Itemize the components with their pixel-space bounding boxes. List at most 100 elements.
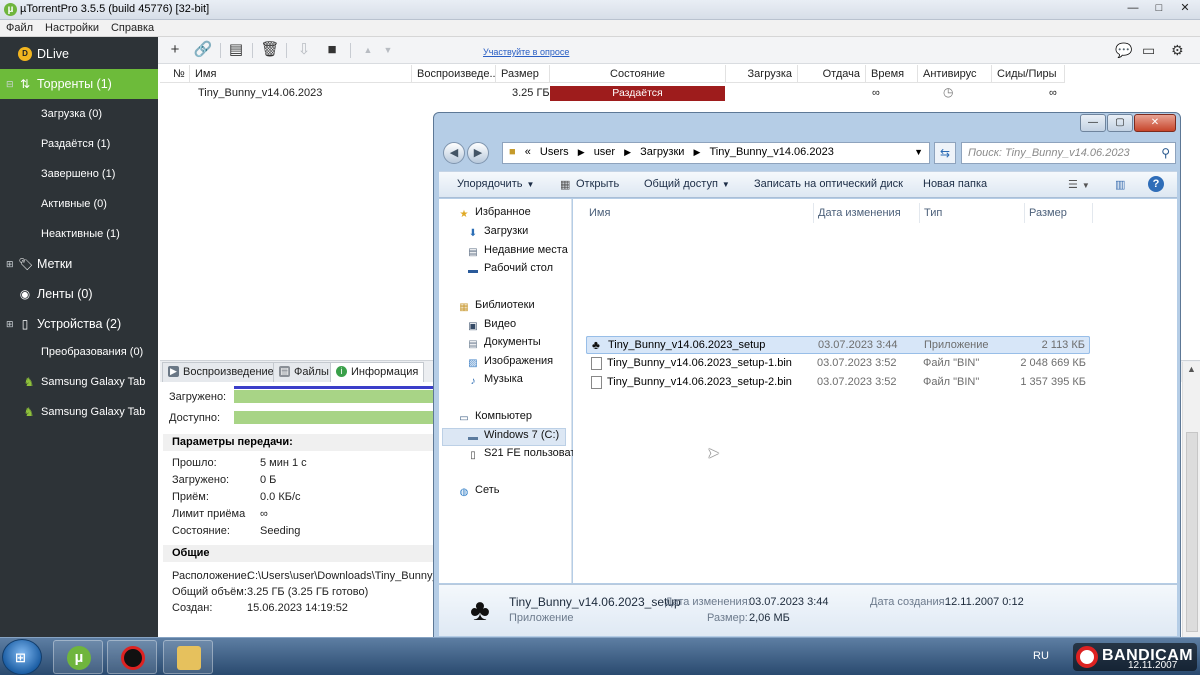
sidebar-item-feeds[interactable]: ◉ Ленты (0) <box>0 279 158 309</box>
taskbar-bandicam[interactable] <box>107 640 157 674</box>
search-icon[interactable]: ⚲ <box>1161 146 1170 160</box>
address-dropdown-icon[interactable]: ▼ <box>914 147 923 157</box>
column-header-size[interactable]: Размер <box>1025 203 1093 223</box>
col-header-upload[interactable]: Отдача <box>798 65 866 83</box>
col-header-time[interactable]: Время <box>866 65 918 83</box>
column-header-type[interactable]: Тип <box>920 203 1025 223</box>
open-with-icon[interactable]: ▦ <box>560 178 570 191</box>
table-row[interactable]: Tiny_Bunny_v14.06.2023 3.25 ГБ Раздаётся… <box>160 84 1065 102</box>
sidebar-item-torrents[interactable]: ⊟ ⇅ Торренты (1) <box>0 69 158 99</box>
menu-help[interactable]: Справка <box>105 20 160 36</box>
tree-libraries[interactable]: ▦ Библиотеки <box>457 299 534 317</box>
refresh-icon[interactable]: ⇆ <box>934 142 956 164</box>
chevron-right-icon[interactable]: ▶ <box>578 147 585 157</box>
sidebar-item-active[interactable]: Активные (0) <box>0 189 158 219</box>
tree-drive-c[interactable]: ▬ Windows 7 (C:) <box>442 428 566 446</box>
survey-link[interactable]: Участвуйте в опросе <box>483 47 569 57</box>
add-link-icon[interactable]: 🔗 <box>193 41 213 59</box>
minimize-button[interactable]: — <box>1120 0 1146 17</box>
scroll-up-icon[interactable]: ▲ <box>1187 364 1196 374</box>
explorer-close-button[interactable]: ✕ <box>1134 114 1176 132</box>
move-up-icon[interactable]: ▲ <box>358 41 378 59</box>
delete-icon[interactable]: 🗑 <box>260 41 280 59</box>
tree-recent-places[interactable]: ▤ Недавние места <box>466 244 568 262</box>
chevron-right-icon[interactable]: ▶ <box>693 147 700 157</box>
col-header-playback[interactable]: Воспроизведе... <box>412 65 496 83</box>
open-button[interactable]: Открыть <box>576 178 619 190</box>
file-row-setup[interactable]: ♣ Tiny_Bunny_v14.06.2023_setup 03.07.202… <box>586 336 1090 354</box>
breadcrumb-current-folder[interactable]: Tiny_Bunny_v14.06.2023 <box>709 146 833 158</box>
tree-video[interactable]: ▣ Видео <box>466 318 516 336</box>
breadcrumb-user[interactable]: user <box>594 146 615 158</box>
sidebar-item-downloading[interactable]: Загрузка (0) <box>0 99 158 129</box>
create-torrent-icon[interactable]: ▤ <box>226 41 246 59</box>
breadcrumb-downloads[interactable]: Загрузки <box>640 146 684 158</box>
address-bar[interactable]: ■ « Users ▶ user ▶ Загрузки ▶ Tiny_Bunny… <box>502 142 930 164</box>
close-button[interactable]: ✕ <box>1172 0 1198 17</box>
collapse-icon[interactable]: ⊟ <box>6 79 14 90</box>
tree-favorites[interactable]: ★ Избранное <box>457 206 531 224</box>
clock-date[interactable]: 12.11.2007 <box>1128 660 1177 671</box>
help-icon[interactable]: ? <box>1148 176 1164 192</box>
tab-info[interactable]: i Информация <box>330 362 425 382</box>
col-header-seeds-peers[interactable]: Сиды/Пиры <box>992 65 1065 83</box>
view-options-icon[interactable]: ☰ ▼ <box>1068 178 1090 191</box>
column-header-date[interactable]: Дата изменения <box>814 203 920 223</box>
share-button[interactable]: Общий доступ ▼ <box>644 178 730 190</box>
add-torrent-icon[interactable]: + <box>165 41 185 59</box>
file-row-bin-1[interactable]: Tiny_Bunny_v14.06.2023_setup-1.bin 03.07… <box>586 355 1090 373</box>
search-input[interactable]: Поиск: Tiny_Bunny_v14.06.2023 ⚲ <box>961 142 1176 164</box>
explorer-minimize-button[interactable]: — <box>1080 114 1106 132</box>
sidebar-item-completed[interactable]: Завершено (1) <box>0 159 158 189</box>
info-scrollbar[interactable]: ▲ <box>1182 362 1200 637</box>
col-header-download[interactable]: Загрузка <box>726 65 798 83</box>
sidebar-item-conversions[interactable]: Преобразования (0) <box>0 337 158 367</box>
file-row-bin-2[interactable]: Tiny_Bunny_v14.06.2023_setup-2.bin 03.07… <box>586 374 1090 392</box>
chat-icon[interactable]: 💬 <box>1115 42 1132 59</box>
menu-file[interactable]: Файл <box>0 20 39 36</box>
tab-playback[interactable]: ▶ Воспроизведение <box>162 362 280 382</box>
breadcrumb-users[interactable]: Users <box>540 146 569 158</box>
burn-disc-button[interactable]: Записать на оптический диск <box>754 178 903 190</box>
chevron-right-icon[interactable]: ▶ <box>624 147 631 157</box>
tree-music[interactable]: ♪ Музыка <box>466 373 523 391</box>
maximize-button[interactable]: □ <box>1146 0 1172 17</box>
sidebar-item-device-2[interactable]: ♞ Samsung Galaxy Tab <box>0 397 158 427</box>
tree-phone-device[interactable]: ▯ S21 FE пользовате <box>466 447 581 465</box>
sidebar-item-dlive[interactable]: D DLive <box>0 39 158 69</box>
tree-computer[interactable]: ▭ Компьютер <box>457 410 532 428</box>
stop-icon[interactable]: ■ <box>322 41 342 59</box>
col-header-size[interactable]: Размер <box>496 65 550 83</box>
col-header-antivirus[interactable]: Антивирус <box>918 65 992 83</box>
explorer-maximize-button[interactable]: ▢ <box>1107 114 1133 132</box>
tree-images[interactable]: ▨ Изображения <box>466 355 553 373</box>
sidebar-item-inactive[interactable]: Неактивные (1) <box>0 219 158 249</box>
settings-gear-icon[interactable]: ⚙ <box>1171 42 1184 59</box>
tree-desktop[interactable]: ▬ Рабочий стол <box>466 262 553 280</box>
forward-arrow-icon[interactable]: ▶ <box>467 142 489 164</box>
remote-icon[interactable]: ▭ <box>1142 42 1155 59</box>
tree-network[interactable]: ◍ Сеть <box>457 484 500 502</box>
organize-button[interactable]: Упорядочить ▼ <box>457 178 534 190</box>
sidebar-item-seeding[interactable]: Раздаётся (1) <box>0 129 158 159</box>
sidebar-item-devices[interactable]: ⊞ ▯ Устройства (2) <box>0 309 158 339</box>
menu-settings[interactable]: Настройки <box>39 20 105 36</box>
expand-icon[interactable]: ⊞ <box>6 319 14 330</box>
tab-files[interactable]: ▤ Файлы <box>273 362 335 382</box>
col-header-name[interactable]: Имя <box>190 65 412 83</box>
tree-downloads[interactable]: ⬇ Загрузки <box>466 225 528 243</box>
move-down-icon[interactable]: ▼ <box>378 41 398 59</box>
start-download-icon[interactable]: ⇩ <box>294 41 314 59</box>
sidebar-item-device-1[interactable]: ♞ Samsung Galaxy Tab <box>0 367 158 397</box>
taskbar-explorer[interactable] <box>163 640 213 674</box>
start-button[interactable]: ⊞ <box>2 639 42 675</box>
col-header-number[interactable]: № <box>160 65 190 83</box>
scroll-thumb[interactable] <box>1186 432 1198 632</box>
language-indicator[interactable]: RU <box>1033 650 1049 662</box>
column-header-name[interactable]: Имя <box>585 203 814 223</box>
back-arrow-icon[interactable]: ◀ <box>443 142 465 164</box>
sidebar-item-labels[interactable]: ⊞ 🏷 Метки <box>0 249 158 279</box>
preview-pane-icon[interactable]: ▥ <box>1115 178 1125 191</box>
expand-icon[interactable]: ⊞ <box>6 259 14 270</box>
breadcrumb-overflow[interactable]: « <box>525 146 531 158</box>
